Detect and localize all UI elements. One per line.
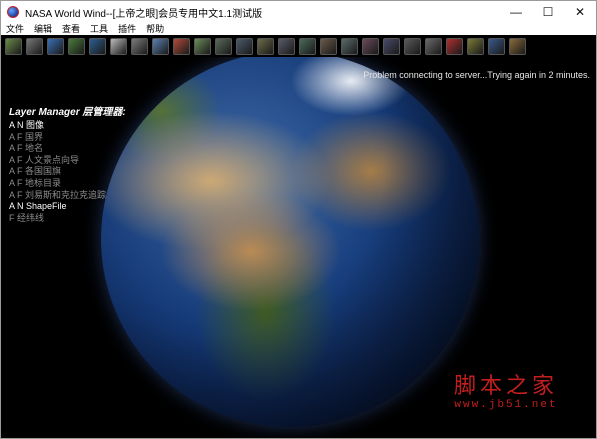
- maximize-button[interactable]: ☐: [532, 1, 564, 23]
- map-icon-2[interactable]: [509, 37, 526, 55]
- image-icon-7[interactable]: [341, 37, 358, 55]
- layers-icon[interactable]: [5, 37, 22, 55]
- window-controls: — ☐ ✕: [500, 1, 596, 23]
- nasa-logo-icon: [7, 6, 19, 18]
- app-window: NASA World Wind--[上帝之眼]会员专用中文1.1测试版 — ☐ …: [0, 0, 597, 439]
- layer-item[interactable]: A F 刘易斯和克拉克追踪: [9, 190, 126, 202]
- title-bar: NASA World Wind--[上帝之眼]会员专用中文1.1测试版 — ☐ …: [1, 1, 596, 23]
- layer-list: A N 图像 A F 国界 A F 地名 A F 人文景点向导 A F 各国国旗 A F …: [9, 120, 126, 224]
- layer-item[interactable]: A N 图像: [9, 120, 126, 132]
- globe-viewport[interactable]: Problem connecting to server...Trying ag…: [1, 57, 596, 438]
- toolbar: [1, 35, 596, 57]
- layer-item[interactable]: A F 人文景点向导: [9, 155, 126, 167]
- image-icon-10[interactable]: [404, 37, 421, 55]
- menu-help[interactable]: 帮助: [141, 23, 169, 35]
- watermark: 脚本之家 www.jb51.net: [453, 374, 558, 412]
- globe-icon-2[interactable]: [488, 37, 505, 55]
- flag-icon[interactable]: [446, 37, 463, 55]
- menu-edit[interactable]: 编辑: [29, 23, 57, 35]
- menu-plugins[interactable]: 插件: [113, 23, 141, 35]
- earth-icon[interactable]: [89, 37, 106, 55]
- grid-icon[interactable]: [26, 37, 43, 55]
- image-icon-11[interactable]: [425, 37, 442, 55]
- menu-bar: 文件 编辑 查看 工具 插件 帮助: [1, 23, 596, 35]
- world-icon[interactable]: [68, 37, 85, 55]
- window-title: NASA World Wind--[上帝之眼]会员专用中文1.1测试版: [25, 8, 263, 20]
- satellite-icon[interactable]: [131, 37, 148, 55]
- layer-item[interactable]: A F 地名: [9, 143, 126, 155]
- image-icon-2[interactable]: [236, 37, 253, 55]
- layer-item[interactable]: A F 地标目录: [9, 178, 126, 190]
- layer-item[interactable]: F 经纬线: [9, 213, 126, 225]
- chart-icon[interactable]: [467, 37, 484, 55]
- map-icon[interactable]: [152, 37, 169, 55]
- layer-item[interactable]: A N ShapeFile: [9, 201, 126, 213]
- server-status-message: Problem connecting to server...Trying ag…: [363, 70, 590, 80]
- menu-tools[interactable]: 工具: [85, 23, 113, 35]
- terrain-icon[interactable]: [194, 37, 211, 55]
- image-icon-3[interactable]: [257, 37, 274, 55]
- search-icon[interactable]: [110, 37, 127, 55]
- image-icon-4[interactable]: [278, 37, 295, 55]
- close-button[interactable]: ✕: [564, 1, 596, 23]
- image-icon-8[interactable]: [362, 37, 379, 55]
- image-icon-1[interactable]: [215, 37, 232, 55]
- globe-icon[interactable]: [47, 37, 64, 55]
- layer-manager: Layer Manager 层管理器: A N 图像 A F 国界 A F 地名 A …: [9, 103, 126, 224]
- menu-view[interactable]: 查看: [57, 23, 85, 35]
- menu-file[interactable]: 文件: [1, 23, 29, 35]
- minimize-button[interactable]: —: [500, 1, 532, 23]
- watermark-logo: 脚本之家: [453, 374, 558, 399]
- heatmap-icon[interactable]: [173, 37, 190, 55]
- globe-shading: [101, 57, 479, 427]
- layer-item[interactable]: A F 国界: [9, 132, 126, 144]
- image-icon-6[interactable]: [320, 37, 337, 55]
- image-icon-9[interactable]: [383, 37, 400, 55]
- layer-item[interactable]: A F 各国国旗: [9, 166, 126, 178]
- image-icon-5[interactable]: [299, 37, 316, 55]
- watermark-url: www.jb51.net: [454, 399, 558, 411]
- layer-manager-title: Layer Manager 层管理器:: [9, 107, 126, 118]
